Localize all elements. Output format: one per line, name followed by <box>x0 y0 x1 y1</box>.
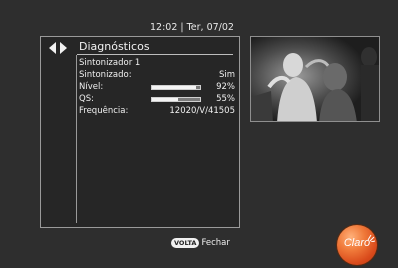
row-label: Sintonizado: <box>79 70 132 80</box>
row-value: 12020/V/41505 <box>169 106 235 116</box>
row-sintonizado: Sintonizado: Sim <box>79 70 235 82</box>
row-nivel: Nível: 92% <box>79 82 235 94</box>
signal-level-bar <box>151 85 201 90</box>
row-value: Sim <box>218 70 235 80</box>
signal-quality-fill <box>152 98 179 101</box>
row-frequencia: Frequência: 12020/V/41505 <box>79 106 235 118</box>
close-label: Fechar <box>201 238 230 248</box>
row-label: QS: <box>79 94 94 104</box>
menu-vertical-divider <box>76 55 77 223</box>
footer-hint: VOLTA Fechar <box>171 238 230 250</box>
tv-screen: 12:02 | Ter, 07/02 Diagnósticos Sintoniz… <box>0 0 398 268</box>
row-qs: QS: 55% <box>79 94 235 106</box>
row-label: Frequência: <box>79 106 129 116</box>
volta-key-button[interactable]: VOLTA <box>171 238 200 248</box>
row-label: Nível: <box>79 82 104 92</box>
signal-quality-bar <box>151 97 201 102</box>
row-value: 92% <box>216 82 235 92</box>
left-right-arrows-icon[interactable] <box>49 42 67 54</box>
title-divider <box>77 54 233 55</box>
tuner-label: Sintonizador 1 <box>79 58 141 68</box>
video-preview <box>250 36 380 122</box>
signal-level-fill <box>152 86 197 89</box>
video-frame-image <box>251 37 379 121</box>
logo-rays-icon <box>367 234 375 242</box>
row-value: 55% <box>216 94 235 104</box>
tuner-heading: Sintonizador 1 <box>79 58 235 70</box>
claro-logo: Claro <box>337 225 377 265</box>
menu-title: Diagnósticos <box>79 40 150 53</box>
clock-date: 12:02 | Ter, 07/02 <box>150 22 234 33</box>
diagnostics-panel: Diagnósticos Sintonizador 1 Sintonizado:… <box>40 36 240 228</box>
